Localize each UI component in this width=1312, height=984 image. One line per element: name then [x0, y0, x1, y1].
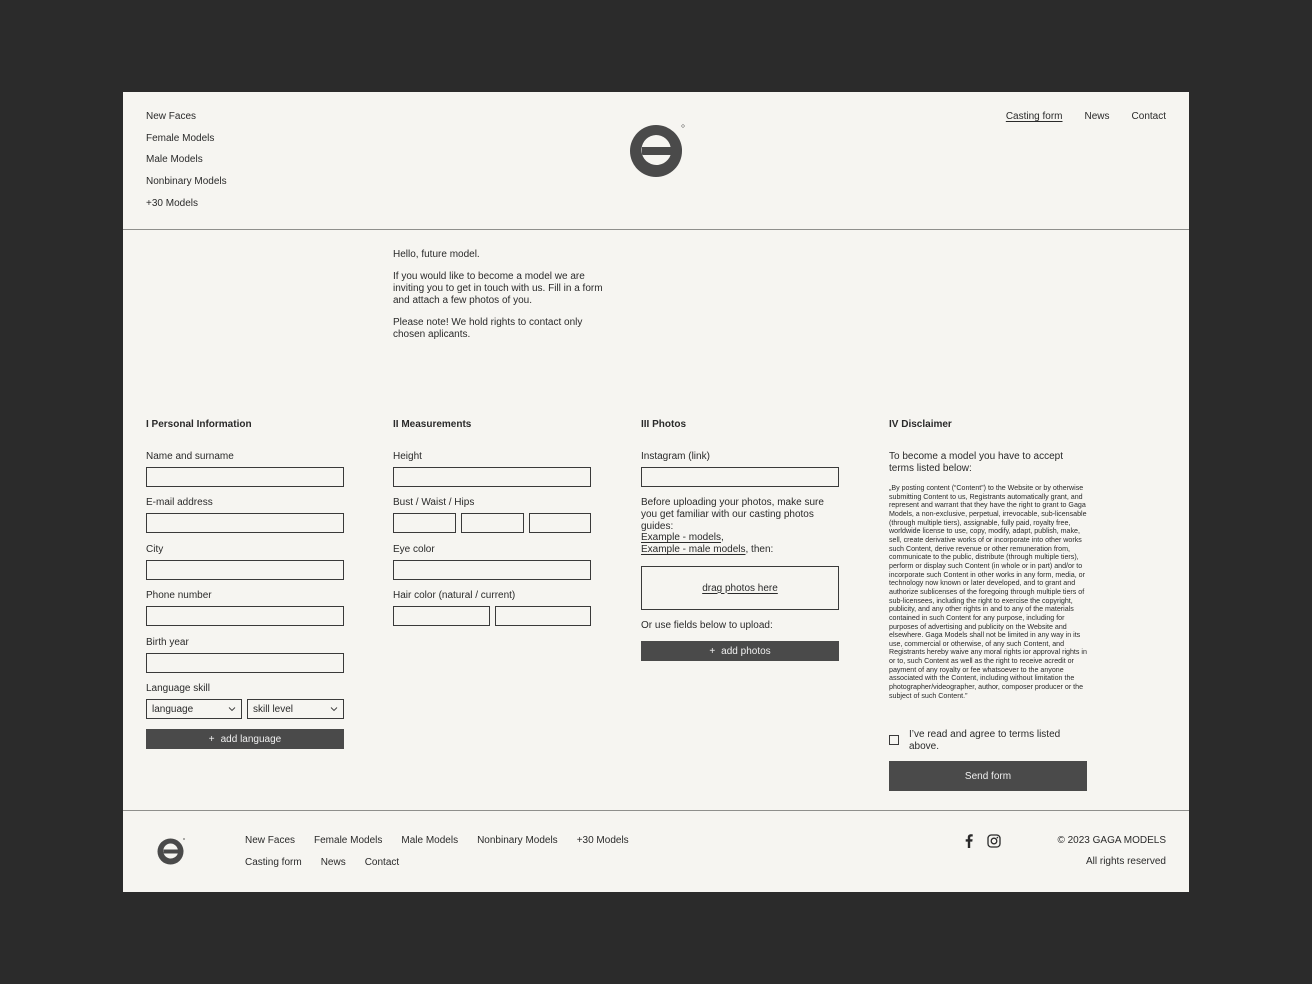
hips-input[interactable]: [529, 513, 591, 533]
page: New Faces Female Models Male Models Nonb…: [123, 92, 1189, 892]
photo-drop-zone[interactable]: drag photos here: [641, 566, 839, 610]
footer-nav-contact[interactable]: Contact: [365, 857, 399, 868]
skill-level-select-value: skill level: [253, 703, 294, 715]
intro-text: Hello, future model. If you would like t…: [393, 249, 613, 351]
footer-nav-30-models[interactable]: +30 Models: [577, 835, 629, 846]
birth-year-input[interactable]: [146, 653, 344, 673]
nav-nonbinary-models[interactable]: Nonbinary Models: [146, 176, 227, 187]
upload-alternative-text: Or use fields below to upload:: [641, 620, 773, 631]
photo-guidelines-text: Before uploading your photos, make sure …: [641, 497, 833, 556]
agree-checkbox[interactable]: [889, 735, 899, 745]
photos-heading: III Photos: [641, 419, 686, 430]
add-language-label: add language: [220, 733, 282, 745]
hair-color-label: Hair color (natural / current): [393, 590, 516, 601]
social-links: [965, 834, 1001, 851]
header-left-nav: New Faces Female Models Male Models Nonb…: [146, 111, 227, 219]
eye-color-label: Eye color: [393, 544, 435, 555]
name-label: Name and surname: [146, 451, 234, 462]
instagram-label: Instagram (link): [641, 451, 710, 462]
add-language-button[interactable]: + add language: [146, 729, 344, 749]
footer-divider: [123, 810, 1189, 811]
intro-paragraph-2: Please note! We hold rights to contact o…: [393, 317, 583, 340]
footer-nav-new-faces[interactable]: New Faces: [245, 835, 295, 846]
intro-greeting: Hello, future model.: [393, 249, 480, 260]
height-label: Height: [393, 451, 422, 462]
bust-waist-hips-label: Bust / Waist / Hips: [393, 497, 475, 508]
nav-contact[interactable]: Contact: [1132, 111, 1166, 122]
example-male-models-link[interactable]: Example - male models: [641, 544, 745, 555]
nav-new-faces[interactable]: New Faces: [146, 111, 196, 122]
nav-30-models[interactable]: +30 Models: [146, 198, 198, 209]
drag-photos-label: drag photos here: [702, 582, 778, 594]
photo-guidelines-intro: Before uploading your photos, make sure …: [641, 497, 824, 532]
gaga-logo-icon[interactable]: [627, 122, 687, 182]
header-divider: [123, 229, 1189, 230]
language-select[interactable]: language: [146, 699, 242, 719]
facebook-icon[interactable]: [965, 834, 973, 851]
add-photos-button[interactable]: + add photos: [641, 641, 839, 661]
eye-color-input[interactable]: [393, 560, 591, 580]
phone-label: Phone number: [146, 590, 212, 601]
footer-nav-female-models[interactable]: Female Models: [314, 835, 382, 846]
personal-heading: I Personal Information: [146, 419, 252, 430]
birth-year-label: Birth year: [146, 637, 189, 648]
link2-suffix: , then:: [745, 544, 774, 556]
disclaimer-heading: IV Disclaimer: [889, 419, 952, 430]
nav-casting-form[interactable]: Casting form: [1006, 111, 1063, 122]
waist-input[interactable]: [461, 513, 524, 533]
plus-icon: +: [208, 733, 215, 745]
nav-female-models[interactable]: Female Models: [146, 133, 214, 144]
gaga-logo-icon[interactable]: [156, 837, 186, 867]
skill-level-select[interactable]: skill level: [247, 699, 344, 719]
example-models-link[interactable]: Example - models: [641, 532, 721, 543]
add-photos-label: add photos: [721, 645, 771, 657]
footer-nav-nonbinary-models[interactable]: Nonbinary Models: [477, 835, 558, 846]
chevron-down-icon: [330, 704, 338, 715]
phone-input[interactable]: [146, 606, 344, 626]
language-skill-label: Language skill: [146, 683, 210, 694]
header-right-nav: Casting form News Contact: [1006, 111, 1166, 122]
instagram-input[interactable]: [641, 467, 839, 487]
plus-icon: +: [709, 645, 716, 657]
nav-news[interactable]: News: [1085, 111, 1110, 122]
hair-current-input[interactable]: [495, 606, 591, 626]
city-label: City: [146, 544, 164, 555]
disclaimer-legal-text: „By posting content (“Content”) to the W…: [889, 484, 1087, 700]
measurements-heading: II Measurements: [393, 419, 472, 430]
link1-suffix: ,: [721, 532, 724, 544]
rights-text: All rights reserved: [1085, 856, 1166, 867]
send-form-button[interactable]: Send form: [889, 761, 1087, 791]
footer-nav-row-2: Casting form News Contact: [245, 857, 399, 868]
nav-male-models[interactable]: Male Models: [146, 154, 203, 165]
instagram-icon[interactable]: [987, 834, 1001, 851]
hair-natural-input[interactable]: [393, 606, 490, 626]
copyright-text: © 2023 GAGA MODELS: [1057, 835, 1166, 846]
agree-label: I’ve read and agree to terms listed abov…: [909, 729, 1061, 752]
name-input[interactable]: [146, 467, 344, 487]
footer-nav-casting-form[interactable]: Casting form: [245, 857, 302, 868]
footer-nav-row-1: New Faces Female Models Male Models Nonb…: [245, 835, 629, 846]
city-input[interactable]: [146, 560, 344, 580]
send-form-label: Send form: [964, 770, 1012, 782]
email-label: E-mail address: [146, 497, 213, 508]
footer-nav-news[interactable]: News: [321, 857, 346, 868]
bust-input[interactable]: [393, 513, 456, 533]
language-select-value: language: [152, 703, 194, 715]
chevron-down-icon: [228, 704, 236, 715]
footer-nav-male-models[interactable]: Male Models: [401, 835, 458, 846]
intro-paragraph-1: If you would like to become a model we a…: [393, 271, 603, 306]
footer-copyright-block: © 2023 GAGA MODELS All rights reserved: [1057, 835, 1166, 867]
email-input[interactable]: [146, 513, 344, 533]
disclaimer-intro: To become a model you have to accept ter…: [889, 451, 1063, 474]
height-input[interactable]: [393, 467, 591, 487]
